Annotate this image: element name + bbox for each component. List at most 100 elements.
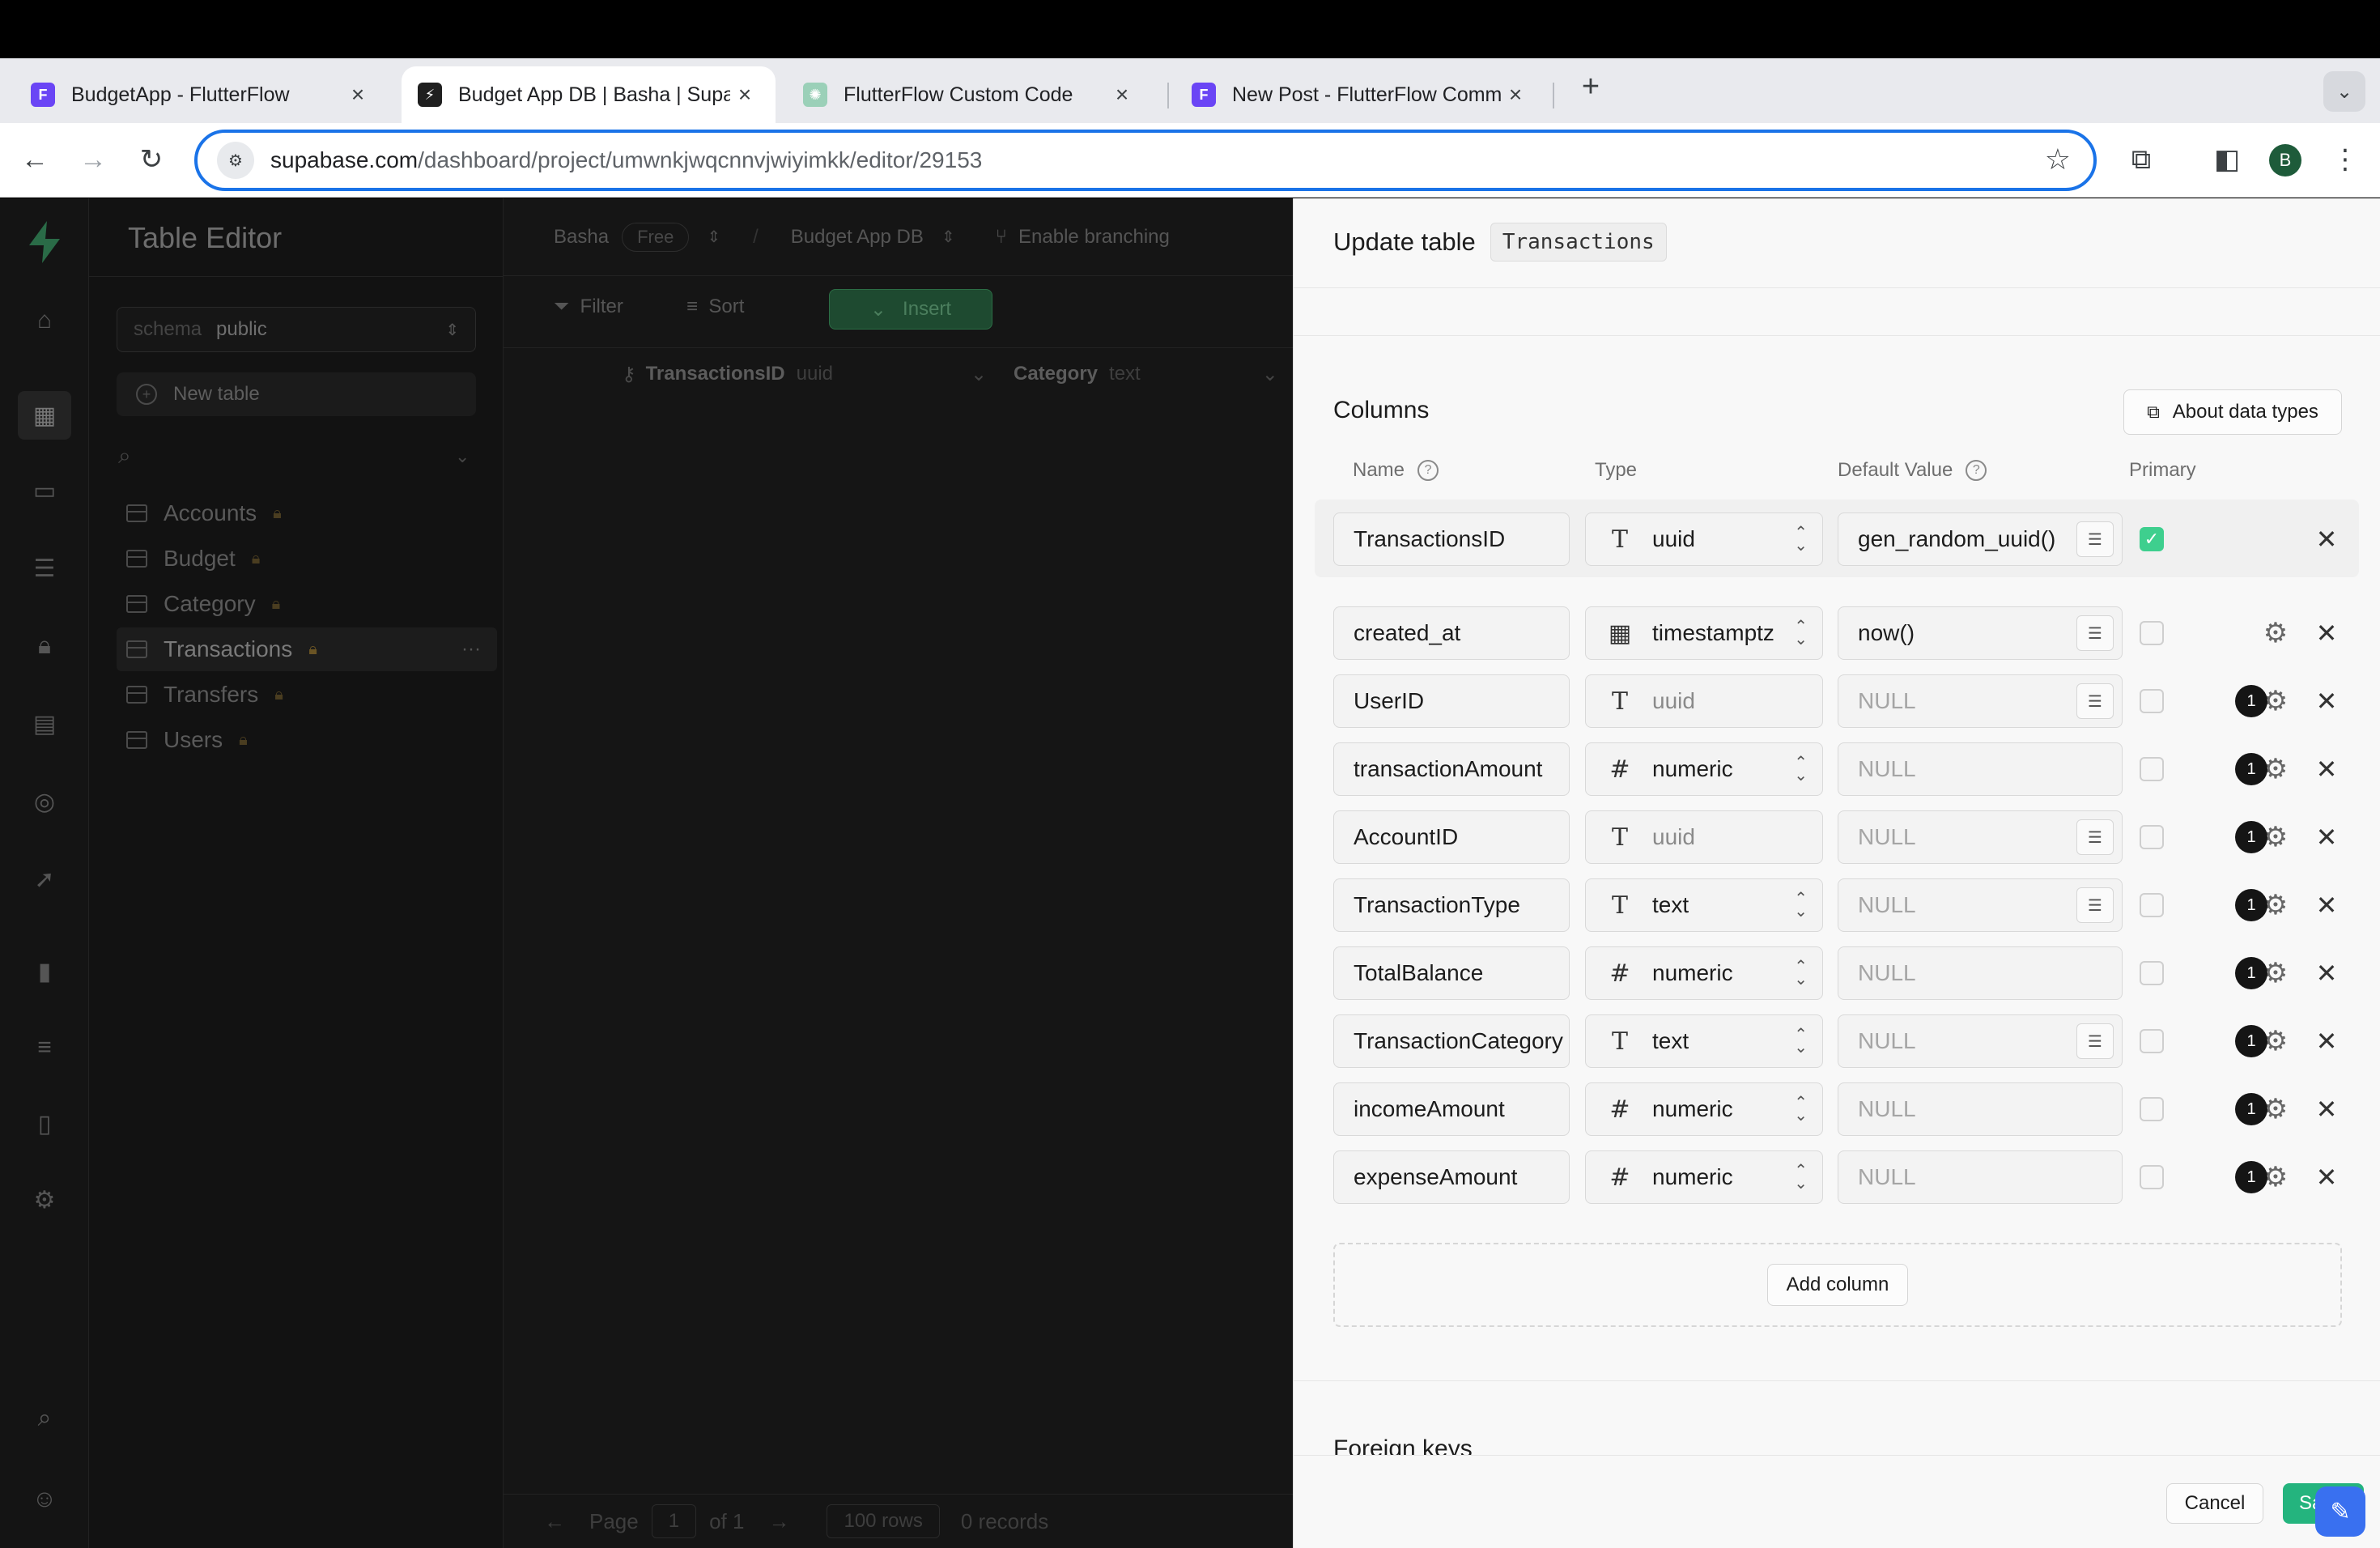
close-icon[interactable]: × <box>730 82 759 108</box>
default-value-input[interactable]: NULL <box>1838 1150 2123 1204</box>
help-icon[interactable]: ? <box>1966 460 1987 481</box>
column-name-input[interactable]: UserID <box>1333 674 1570 728</box>
prev-page-icon[interactable]: ← <box>544 1509 565 1534</box>
insert-button[interactable]: ⌄ Insert <box>829 289 992 330</box>
rows-per-page-select[interactable]: 100 rows <box>827 1504 940 1538</box>
primary-checkbox[interactable] <box>2140 689 2164 713</box>
table-editor-icon[interactable]: ▦ <box>18 391 71 440</box>
about-data-types-button[interactable]: ⧉ About data types <box>2123 389 2342 435</box>
home-icon[interactable]: ⌂ <box>26 302 63 339</box>
bookmark-star-icon[interactable]: ☆ <box>2045 142 2071 176</box>
column-name-input[interactable]: transactionAmount <box>1333 742 1570 796</box>
column-type-select[interactable]: Ttext ⌃ ⌄ <box>1585 1014 1823 1068</box>
column-type-select[interactable]: Tuuid <box>1585 674 1823 728</box>
column-type-select[interactable]: # numeric ⌃ ⌄ <box>1585 946 1823 1000</box>
search-icon[interactable]: ⌕ <box>26 1400 63 1437</box>
logs-icon[interactable]: ≡ <box>26 1029 63 1066</box>
add-column-button[interactable]: Add column <box>1767 1264 1908 1306</box>
tab-budgetapp-flutterflow[interactable]: F BudgetApp - FlutterFlow × <box>15 66 389 123</box>
column-name-input[interactable]: created_at <box>1333 606 1570 660</box>
remove-column-icon[interactable]: ✕ <box>2310 889 2343 921</box>
sidebar-item-category[interactable]: Category 🔒︎ <box>117 582 497 626</box>
primary-checkbox[interactable] <box>2140 1165 2164 1189</box>
remove-column-icon[interactable]: ✕ <box>2310 1093 2343 1125</box>
remove-column-icon[interactable]: ✕ <box>2310 1161 2343 1193</box>
column-name-input[interactable]: TransactionsID <box>1333 512 1570 566</box>
remove-column-icon[interactable]: ✕ <box>2310 1025 2343 1057</box>
default-value-input[interactable]: NULL <box>1838 742 2123 796</box>
default-value-input[interactable]: NULL ☰ <box>1838 878 2123 932</box>
enable-branching-button[interactable]: Enable branching <box>1018 226 1170 249</box>
column-type-select[interactable]: # numeric ⌃ ⌄ <box>1585 742 1823 796</box>
remove-column-icon[interactable]: ✕ <box>2310 523 2343 555</box>
sql-editor-icon[interactable]: ▭ <box>26 472 63 509</box>
profile-avatar[interactable]: B <box>2269 144 2301 176</box>
tab-search-icon[interactable]: ⌄ <box>2323 71 2365 112</box>
column-type-select[interactable]: # numeric ⌃ ⌄ <box>1585 1150 1823 1204</box>
default-value-input[interactable]: NULL <box>1838 946 2123 1000</box>
back-icon[interactable]: ← <box>15 139 55 180</box>
tab-new-post[interactable]: F New Post - FlutterFlow Comm × <box>1175 66 1546 123</box>
remove-column-icon[interactable]: ✕ <box>2310 957 2343 989</box>
column-name-input[interactable]: TransactionType <box>1333 878 1570 932</box>
sidebar-item-transfers[interactable]: Transfers 🔒︎ <box>117 673 497 717</box>
chevron-updown-icon[interactable]: ⇕ <box>707 227 720 247</box>
forward-icon[interactable]: → <box>73 139 113 180</box>
settings-gear-icon[interactable]: ⚙ <box>26 1181 63 1218</box>
sidebar-item-users[interactable]: Users 🔒︎ <box>117 718 497 762</box>
help-icon[interactable]: ? <box>1417 460 1439 481</box>
remove-column-icon[interactable]: ✕ <box>2310 821 2343 853</box>
new-table-button[interactable]: + New table <box>117 372 476 416</box>
menu-dots-icon[interactable]: ⋮ <box>2325 139 2365 180</box>
column-type-select[interactable]: ▦ timestamptz ⌃ ⌄ <box>1585 606 1823 660</box>
primary-checkbox[interactable] <box>2140 961 2164 985</box>
sidebar-item-transactions[interactable]: Transactions 🔒︎ ··· <box>117 627 497 671</box>
chevron-down-icon[interactable]: ⌄ <box>1262 363 1278 386</box>
primary-checkbox[interactable] <box>2140 893 2164 917</box>
close-icon[interactable]: × <box>1501 82 1530 108</box>
address-bar[interactable]: ⚙ supabase.com/dashboard/project/umwnkjw… <box>194 130 2097 191</box>
default-value-input[interactable]: NULL ☰ <box>1838 810 2123 864</box>
column-name-input[interactable]: TransactionCategory <box>1333 1014 1570 1068</box>
auth-lock-icon[interactable]: 🔒︎ <box>26 627 63 665</box>
remove-column-icon[interactable]: ✕ <box>2310 685 2343 717</box>
storage-icon[interactable]: ▤ <box>26 705 63 742</box>
chevron-updown-icon[interactable]: ⇕ <box>941 227 955 247</box>
column-header-category[interactable]: Category text ⌄ <box>1014 354 1278 394</box>
extensions-icon[interactable]: ⧉ <box>2121 139 2161 180</box>
new-tab-icon[interactable]: + <box>1570 70 1611 104</box>
page-input[interactable]: 1 <box>651 1504 697 1538</box>
column-header-transactionsid[interactable]: ⚷ TransactionsID uuid ⌄ <box>622 354 987 394</box>
search-icon[interactable]: ⌕ <box>118 443 131 470</box>
remove-column-icon[interactable]: ✕ <box>2310 753 2343 785</box>
column-name-input[interactable]: TotalBalance <box>1333 946 1570 1000</box>
side-panel-icon[interactable]: ◧ <box>2207 139 2247 180</box>
tab-supabase[interactable]: ⚡ Budget App DB | Basha | Supa × <box>402 66 776 123</box>
sidebar-item-accounts[interactable]: Accounts 🔒︎ <box>117 491 497 535</box>
gear-icon[interactable]: ⚙ <box>2259 617 2292 649</box>
primary-checkbox[interactable] <box>2140 757 2164 781</box>
supabase-logo-icon[interactable] <box>24 219 65 265</box>
org-name[interactable]: Basha <box>554 226 609 249</box>
tab-flutterflow-custom-code[interactable]: ✺ FlutterFlow Custom Code × <box>787 66 1153 123</box>
reload-icon[interactable]: ↻ <box>131 139 172 180</box>
chevron-down-icon[interactable]: ⌄ <box>971 363 987 386</box>
primary-checkbox[interactable] <box>2140 825 2164 849</box>
sidebar-item-budget[interactable]: Budget 🔒︎ <box>117 537 497 580</box>
remove-column-icon[interactable]: ✕ <box>2310 617 2343 649</box>
column-name-input[interactable]: incomeAmount <box>1333 1082 1570 1136</box>
column-type-select[interactable]: # numeric ⌃ ⌄ <box>1585 1082 1823 1136</box>
api-docs-icon[interactable]: ▯ <box>26 1105 63 1142</box>
sort-button[interactable]: ≡ Sort <box>686 296 744 318</box>
default-value-input[interactable]: gen_random_uuid() ☰ <box>1838 512 2123 566</box>
edge-functions-icon[interactable]: ➚ <box>26 861 63 898</box>
project-name[interactable]: Budget App DB <box>791 226 924 249</box>
cancel-button[interactable]: Cancel <box>2166 1483 2263 1524</box>
primary-checkbox[interactable] <box>2140 621 2164 645</box>
list-icon[interactable]: ☰ <box>2076 521 2114 557</box>
realtime-icon[interactable]: ◎ <box>26 783 63 820</box>
database-icon[interactable]: ☰ <box>26 550 63 587</box>
filter-button[interactable]: ⏷ Filter <box>554 296 623 318</box>
close-icon[interactable]: × <box>343 82 372 108</box>
reports-icon[interactable]: ▮ <box>26 953 63 990</box>
